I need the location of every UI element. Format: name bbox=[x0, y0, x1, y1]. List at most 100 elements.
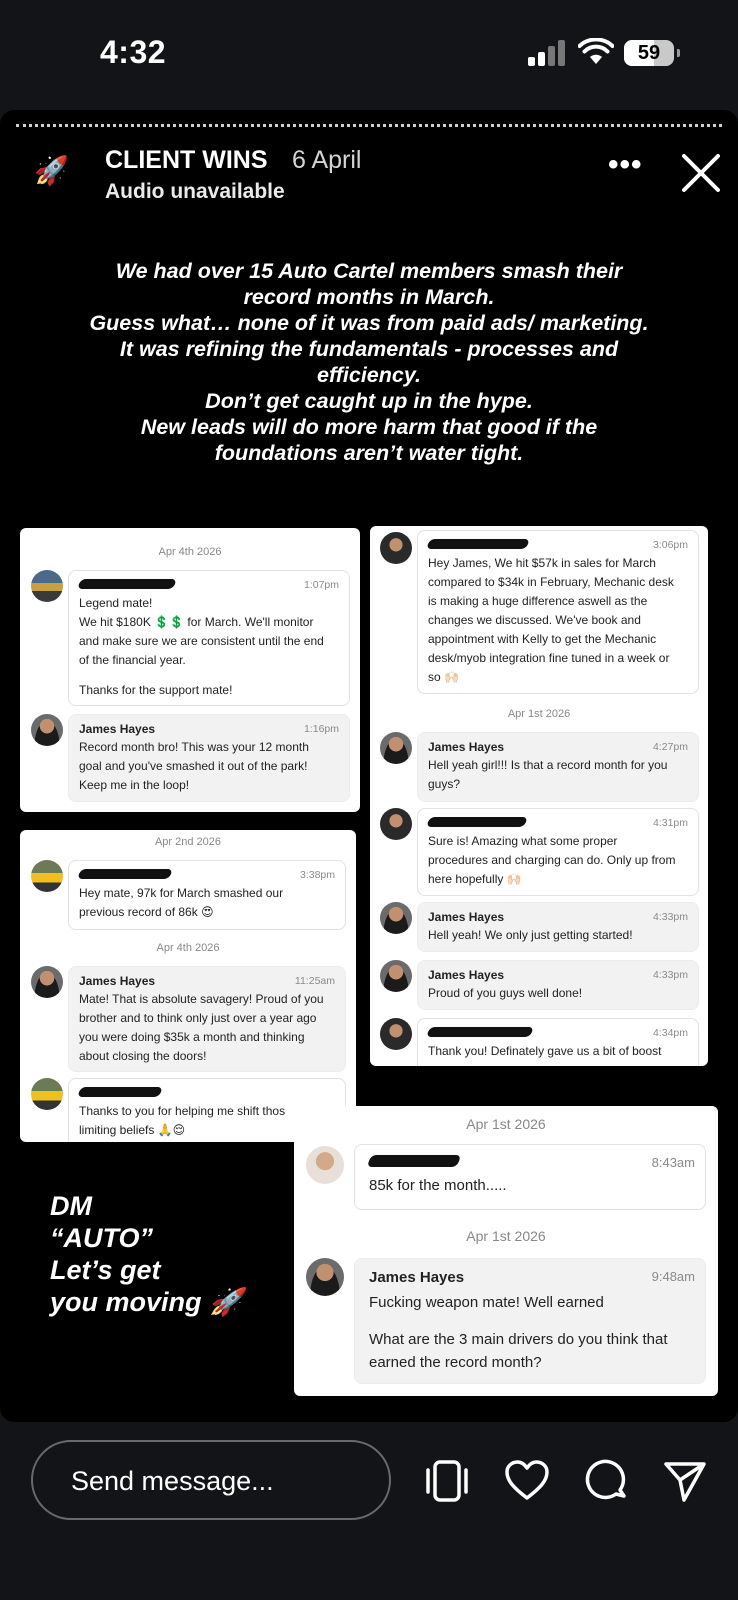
message-text: What are the 3 main drivers do you think… bbox=[369, 1331, 668, 1371]
avatar bbox=[31, 1078, 63, 1110]
call-to-action: DM “AUTO” Let’s get you moving 🚀 bbox=[50, 1191, 243, 1317]
avatar bbox=[380, 732, 412, 764]
headline-line: We had over 15 Auto Cartel members smash… bbox=[115, 259, 623, 283]
message-bubble: 3:38pm Hey mate, 97k for March smashed o… bbox=[68, 860, 346, 930]
avatar bbox=[31, 570, 63, 602]
message-sender: James Hayes bbox=[428, 740, 505, 754]
message-text: Record month bro! This was your 12 month… bbox=[79, 740, 309, 792]
comment-icon[interactable] bbox=[584, 1458, 630, 1504]
message-time: 4:34pm bbox=[652, 1027, 688, 1039]
message-sender: James Hayes bbox=[428, 968, 505, 982]
redacted-sender bbox=[77, 868, 335, 884]
message-time: 1:16pm bbox=[303, 723, 339, 735]
message-bubble: 3:06pm Hey James, We hit $57k in sales f… bbox=[417, 530, 699, 694]
message-bubble: 4:31pm Sure is! Amazing what some proper… bbox=[417, 808, 699, 896]
cellular-signal-icon bbox=[528, 40, 566, 66]
message-bubble: James Hayes 4:33pm Hell yeah! We only ju… bbox=[417, 902, 699, 952]
avatar bbox=[31, 714, 63, 746]
redacted-sender bbox=[77, 1086, 335, 1102]
send-message-input[interactable]: Send message... bbox=[31, 1440, 391, 1520]
headline-line: efficiency. bbox=[317, 363, 421, 387]
message-text: Thanks for the support mate! bbox=[79, 683, 233, 697]
story-title[interactable]: CLIENT WINS bbox=[105, 146, 268, 175]
story-date: 6 April bbox=[292, 146, 362, 174]
message-sender: James Hayes bbox=[369, 1269, 465, 1286]
heart-icon[interactable] bbox=[504, 1458, 550, 1504]
message-time: 9:48am bbox=[651, 1269, 695, 1284]
chat-screenshot-4: Apr 1st 2026 8:43am 85k for the month...… bbox=[294, 1106, 718, 1396]
chat-screenshot-3: 3:06pm Hey James, We hit $57k in sales f… bbox=[370, 526, 708, 1066]
message-time: 3:06pm bbox=[652, 539, 688, 551]
more-icon[interactable]: ••• bbox=[608, 148, 643, 182]
day-separator: Apr 1st 2026 bbox=[507, 708, 571, 720]
message-text: Proud of you guys well done! bbox=[428, 986, 583, 1000]
message-text: Fucking weapon mate! Well earned bbox=[369, 1294, 604, 1311]
message-bubble: James Hayes 4:33pm Proud of you guys wel… bbox=[417, 960, 699, 1010]
story-header: 🚀 CLIENT WINS 6 April Audio unavailable … bbox=[0, 140, 738, 210]
day-separator: Apr 1st 2026 bbox=[466, 1116, 546, 1132]
send-message-placeholder: Send message... bbox=[71, 1466, 274, 1496]
message-text: Mate! That is absolute savagery! Proud o… bbox=[79, 992, 324, 1063]
avatar bbox=[306, 1146, 344, 1184]
redacted-sender bbox=[426, 538, 688, 554]
message-bubble: James Hayes 11:25am Mate! That is absolu… bbox=[68, 966, 346, 1072]
message-text: Hey mate, 97k for March smashed our prev… bbox=[79, 886, 284, 919]
message-time: 4:31pm bbox=[652, 817, 688, 829]
battery-percent: 59 bbox=[637, 42, 661, 64]
screens-icon[interactable] bbox=[424, 1458, 470, 1504]
avatar bbox=[380, 532, 412, 564]
message-text: Hell yeah girl!!! Is that a record month… bbox=[428, 758, 668, 791]
story-progress-bar bbox=[16, 124, 722, 127]
message-text: Legend mate! We hit $180K 💲💲 for March. … bbox=[79, 596, 324, 667]
redacted-sender bbox=[366, 1155, 691, 1175]
message-bubble: 4:34pm Thank you! Definately gave us a b… bbox=[417, 1018, 699, 1066]
send-icon[interactable] bbox=[662, 1458, 708, 1504]
battery-indicator: 59 bbox=[624, 40, 680, 66]
avatar bbox=[380, 902, 412, 934]
chat-screenshot-1: Apr 4th 2026 1:07pm Legend mate! We hit … bbox=[20, 528, 360, 812]
story-headline: We had over 15 Auto Cartel members smash… bbox=[24, 258, 714, 466]
avatar bbox=[306, 1258, 344, 1296]
day-separator: Apr 2nd 2026 bbox=[154, 836, 222, 848]
headline-line: New leads will do more harm that good if… bbox=[140, 415, 598, 439]
message-time: 11:25am bbox=[294, 975, 335, 987]
story-viewer[interactable]: 🚀 CLIENT WINS 6 April Audio unavailable … bbox=[0, 110, 738, 1422]
message-bubble: James Hayes 4:27pm Hell yeah girl!!! Is … bbox=[417, 732, 699, 802]
rocket-icon[interactable]: 🚀 bbox=[34, 154, 69, 188]
audio-status: Audio unavailable bbox=[105, 180, 285, 203]
day-separator: Apr 1st 2026 bbox=[466, 1228, 546, 1244]
redacted-sender bbox=[77, 578, 339, 594]
message-bubble: James Hayes 1:16pm Record month bro! Thi… bbox=[68, 714, 350, 802]
message-bubble: 1:07pm Legend mate! We hit $180K 💲💲 for … bbox=[68, 570, 350, 706]
close-icon[interactable] bbox=[680, 152, 722, 194]
avatar bbox=[380, 960, 412, 992]
avatar bbox=[380, 1018, 412, 1050]
message-text: Hell yeah! We only just getting started! bbox=[428, 928, 633, 942]
message-text: Sure is! Amazing what some proper proced… bbox=[428, 834, 676, 886]
status-time: 4:32 bbox=[100, 34, 167, 70]
message-sender: James Hayes bbox=[428, 910, 505, 924]
day-separator: Apr 4th 2026 bbox=[156, 942, 220, 954]
day-separator: Apr 4th 2026 bbox=[158, 546, 222, 558]
avatar bbox=[31, 966, 63, 998]
message-bubble: James Hayes 9:48am Fucking weapon mate! … bbox=[354, 1258, 706, 1384]
chat-screenshot-2: Apr 2nd 2026 3:38pm Hey mate, 97k for Ma… bbox=[20, 830, 356, 1142]
message-time: 4:33pm bbox=[652, 969, 688, 981]
avatar bbox=[31, 860, 63, 892]
message-text: Hey James, We hit $57k in sales for Marc… bbox=[428, 556, 674, 684]
message-time: 4:33pm bbox=[652, 911, 688, 923]
wifi-icon bbox=[578, 38, 614, 64]
message-time: 8:43am bbox=[651, 1155, 695, 1170]
message-text: 85k for the month..... bbox=[369, 1177, 507, 1194]
avatar bbox=[380, 808, 412, 840]
headline-line: Don’t get caught up in the hype. bbox=[205, 389, 533, 413]
headline-line: It was refining the fundamentals - proce… bbox=[119, 337, 619, 361]
message-sender: James Hayes bbox=[79, 722, 156, 736]
message-time: 1:07pm bbox=[303, 579, 339, 591]
headline-line: record months in March. bbox=[243, 285, 495, 309]
headline-line: foundations aren’t water tight. bbox=[214, 441, 524, 465]
message-time: 4:27pm bbox=[652, 741, 688, 753]
headline-line: Guess what… none of it was from paid ads… bbox=[89, 311, 649, 335]
message-bubble: 8:43am 85k for the month..... bbox=[354, 1144, 706, 1210]
redacted-sender bbox=[426, 816, 688, 832]
